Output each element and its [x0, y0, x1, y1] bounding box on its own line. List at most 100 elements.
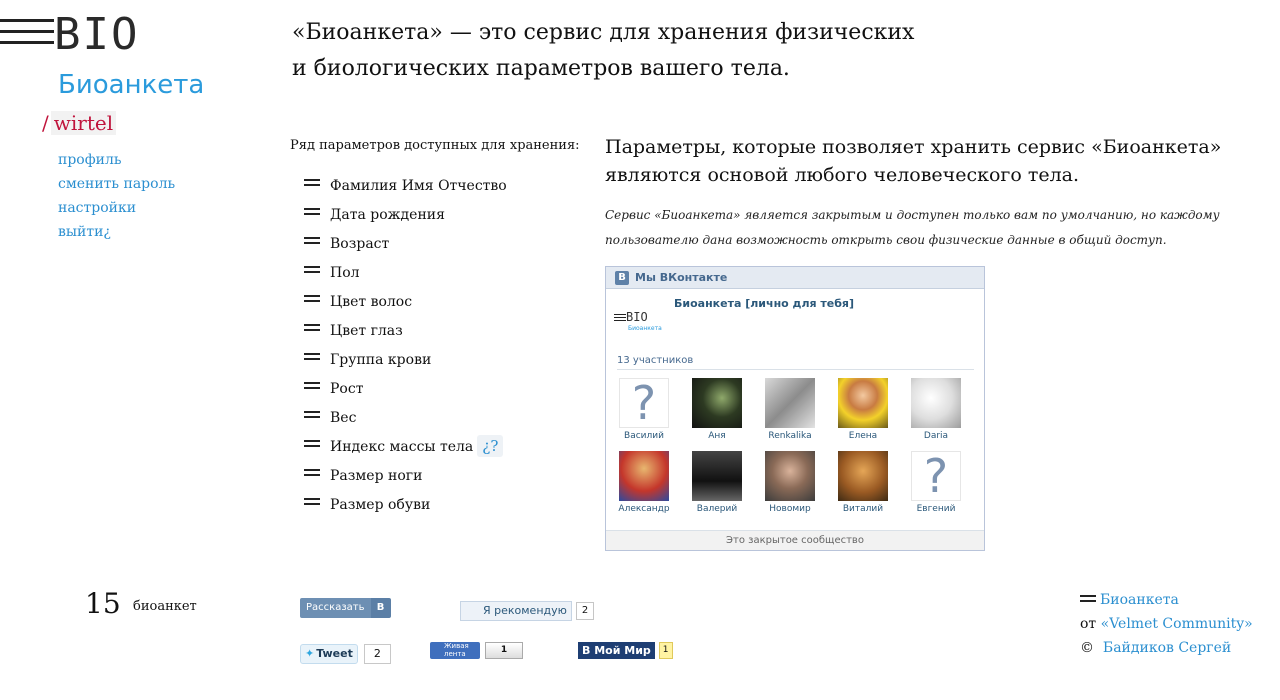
- vk-members-grid: ? Василий Аня Renkalika Елена Daria Александр В…: [617, 378, 987, 514]
- question-avatar-icon[interactable]: ?: [911, 451, 961, 501]
- double-dash-icon: [304, 324, 320, 334]
- vk-member-name[interactable]: Евгений: [901, 504, 971, 514]
- site-logo[interactable]: BIO: [0, 9, 160, 60]
- vk-group-avatar[interactable]: BIO Биоанкета: [614, 310, 664, 335]
- double-dash-icon: [304, 266, 320, 276]
- list-item: Возраст: [304, 230, 507, 259]
- vk-member-name[interactable]: Новомир: [755, 504, 825, 514]
- vk-member[interactable]: ? Евгений: [911, 451, 961, 514]
- recommend-button[interactable]: Я рекомендую 2: [460, 601, 595, 621]
- vk-member[interactable]: Новомир: [765, 451, 815, 514]
- double-dash-icon: [304, 382, 320, 392]
- brand-name[interactable]: Биоанкета: [58, 70, 204, 100]
- description-note: Сервис «Биоанкета» является закрытым и д…: [605, 208, 1220, 247]
- list-item: Рост: [304, 375, 507, 404]
- double-dash-icon: [304, 208, 320, 218]
- double-dash-icon: [304, 237, 320, 247]
- list-item: Пол: [304, 259, 507, 288]
- tweet-count: 2: [363, 644, 391, 664]
- tweet-button[interactable]: ✦ Tweet 2: [300, 644, 391, 664]
- double-dash-icon: [304, 411, 320, 421]
- vk-member-name[interactable]: Daria: [901, 431, 971, 441]
- mini-logo-lines-icon: [614, 314, 626, 323]
- list-item: Индекс массы тела ¿?: [304, 433, 507, 462]
- vk-member-avatar[interactable]: [838, 378, 888, 428]
- double-dash-icon: [304, 295, 320, 305]
- vk-header-title: Мы ВКонтакте: [635, 271, 728, 284]
- vk-logo-icon: В: [615, 270, 629, 285]
- credits: Биоанкета от «Velmet Community» © Байдик…: [1080, 592, 1253, 656]
- vk-member-avatar[interactable]: [765, 451, 815, 501]
- user-slash: /: [42, 111, 49, 135]
- params-title: Ряд параметров доступных для хранения:: [290, 138, 580, 153]
- nav-settings-link[interactable]: настройки: [58, 196, 175, 220]
- vk-member-name[interactable]: Виталий: [828, 504, 898, 514]
- vk-member[interactable]: Виталий: [838, 451, 888, 514]
- nav-logout-link[interactable]: выйти¿: [58, 220, 175, 244]
- list-item: Фамилия Имя Отчество: [304, 172, 507, 201]
- vk-widget-footer: Это закрытое сообщество: [606, 530, 984, 550]
- vk-member-name[interactable]: Валерий: [682, 504, 752, 514]
- livejournal-count: 1: [485, 642, 523, 659]
- vk-member-name[interactable]: Аня: [682, 431, 752, 441]
- vk-group-name[interactable]: Биоанкета [лично для тебя]: [674, 297, 854, 310]
- vk-member-avatar[interactable]: [765, 378, 815, 428]
- description-title: Параметры, которые позволяет хранить сер…: [605, 136, 1222, 186]
- list-item: Цвет глаз: [304, 317, 507, 346]
- list-item: Вес: [304, 404, 507, 433]
- vk-logo-icon: В: [370, 598, 391, 618]
- vk-member[interactable]: Александр: [618, 451, 670, 514]
- logo-lines-icon: [0, 19, 54, 49]
- double-dash-icon: [304, 440, 320, 450]
- list-item: Размер обуви: [304, 491, 507, 520]
- vk-widget-header[interactable]: В Мы ВКонтакте: [606, 267, 984, 289]
- nav-profile-link[interactable]: профиль: [58, 148, 175, 172]
- moymir-button[interactable]: В Мой Мир 1: [578, 642, 673, 659]
- vk-member[interactable]: ? Василий: [619, 378, 669, 441]
- vk-member-avatar[interactable]: [911, 378, 961, 428]
- vk-member[interactable]: Renkalika: [765, 378, 815, 441]
- double-dash-icon: [304, 179, 320, 189]
- author-link[interactable]: Байдиков Сергей: [1103, 640, 1231, 656]
- vk-member-name[interactable]: Александр: [609, 504, 679, 514]
- ankets-count-label: биоанкет: [133, 599, 197, 614]
- logo-text: BIO: [54, 9, 140, 60]
- vk-member[interactable]: Елена: [838, 378, 888, 441]
- username[interactable]: wirtel: [50, 111, 117, 135]
- recommend-count: 2: [575, 602, 595, 620]
- vk-group-widget: В Мы ВКонтакте BIO Биоанкета Биоанкета […: [605, 266, 985, 551]
- ankets-count: 15: [85, 587, 121, 620]
- vk-member-avatar[interactable]: [838, 451, 888, 501]
- vk-member-name[interactable]: Елена: [828, 431, 898, 441]
- vk-member[interactable]: Аня: [692, 378, 742, 441]
- livejournal-button[interactable]: Живая лента 1: [430, 642, 523, 659]
- vk-member-name[interactable]: Renkalika: [755, 431, 825, 441]
- community-link[interactable]: «Velmet Community»: [1101, 616, 1253, 632]
- double-dash-icon: [304, 469, 320, 479]
- divider: [617, 369, 974, 370]
- user-nav: профиль сменить пароль настройки выйти¿: [58, 148, 175, 244]
- vk-share-button[interactable]: Рассказать В: [300, 598, 391, 618]
- list-item: Группа крови: [304, 346, 507, 375]
- moymir-count: 1: [658, 642, 673, 659]
- site-link[interactable]: Биоанкета: [1100, 592, 1179, 608]
- double-dash-icon: [1080, 595, 1096, 605]
- vk-members-count[interactable]: 13 участников: [617, 355, 693, 366]
- question-avatar-icon[interactable]: ?: [619, 378, 669, 428]
- nav-change-password-link[interactable]: сменить пароль: [58, 172, 175, 196]
- list-item: Цвет волос: [304, 288, 507, 317]
- current-user: / wirtel: [42, 111, 117, 135]
- bmi-help-button[interactable]: ¿?: [477, 435, 504, 457]
- params-list: Фамилия Имя Отчество Дата рождения Возра…: [304, 172, 507, 520]
- vk-member-avatar[interactable]: [692, 378, 742, 428]
- vk-member[interactable]: Daria: [911, 378, 961, 441]
- vk-member[interactable]: Валерий: [692, 451, 742, 514]
- list-item: Дата рождения: [304, 201, 507, 230]
- double-dash-icon: [304, 498, 320, 508]
- vk-member-name[interactable]: Василий: [609, 431, 679, 441]
- vk-member-avatar[interactable]: [619, 451, 669, 501]
- vk-member-avatar[interactable]: [692, 451, 742, 501]
- list-item: Размер ноги: [304, 462, 507, 491]
- double-dash-icon: [304, 353, 320, 363]
- twitter-bird-icon: ✦: [305, 647, 315, 660]
